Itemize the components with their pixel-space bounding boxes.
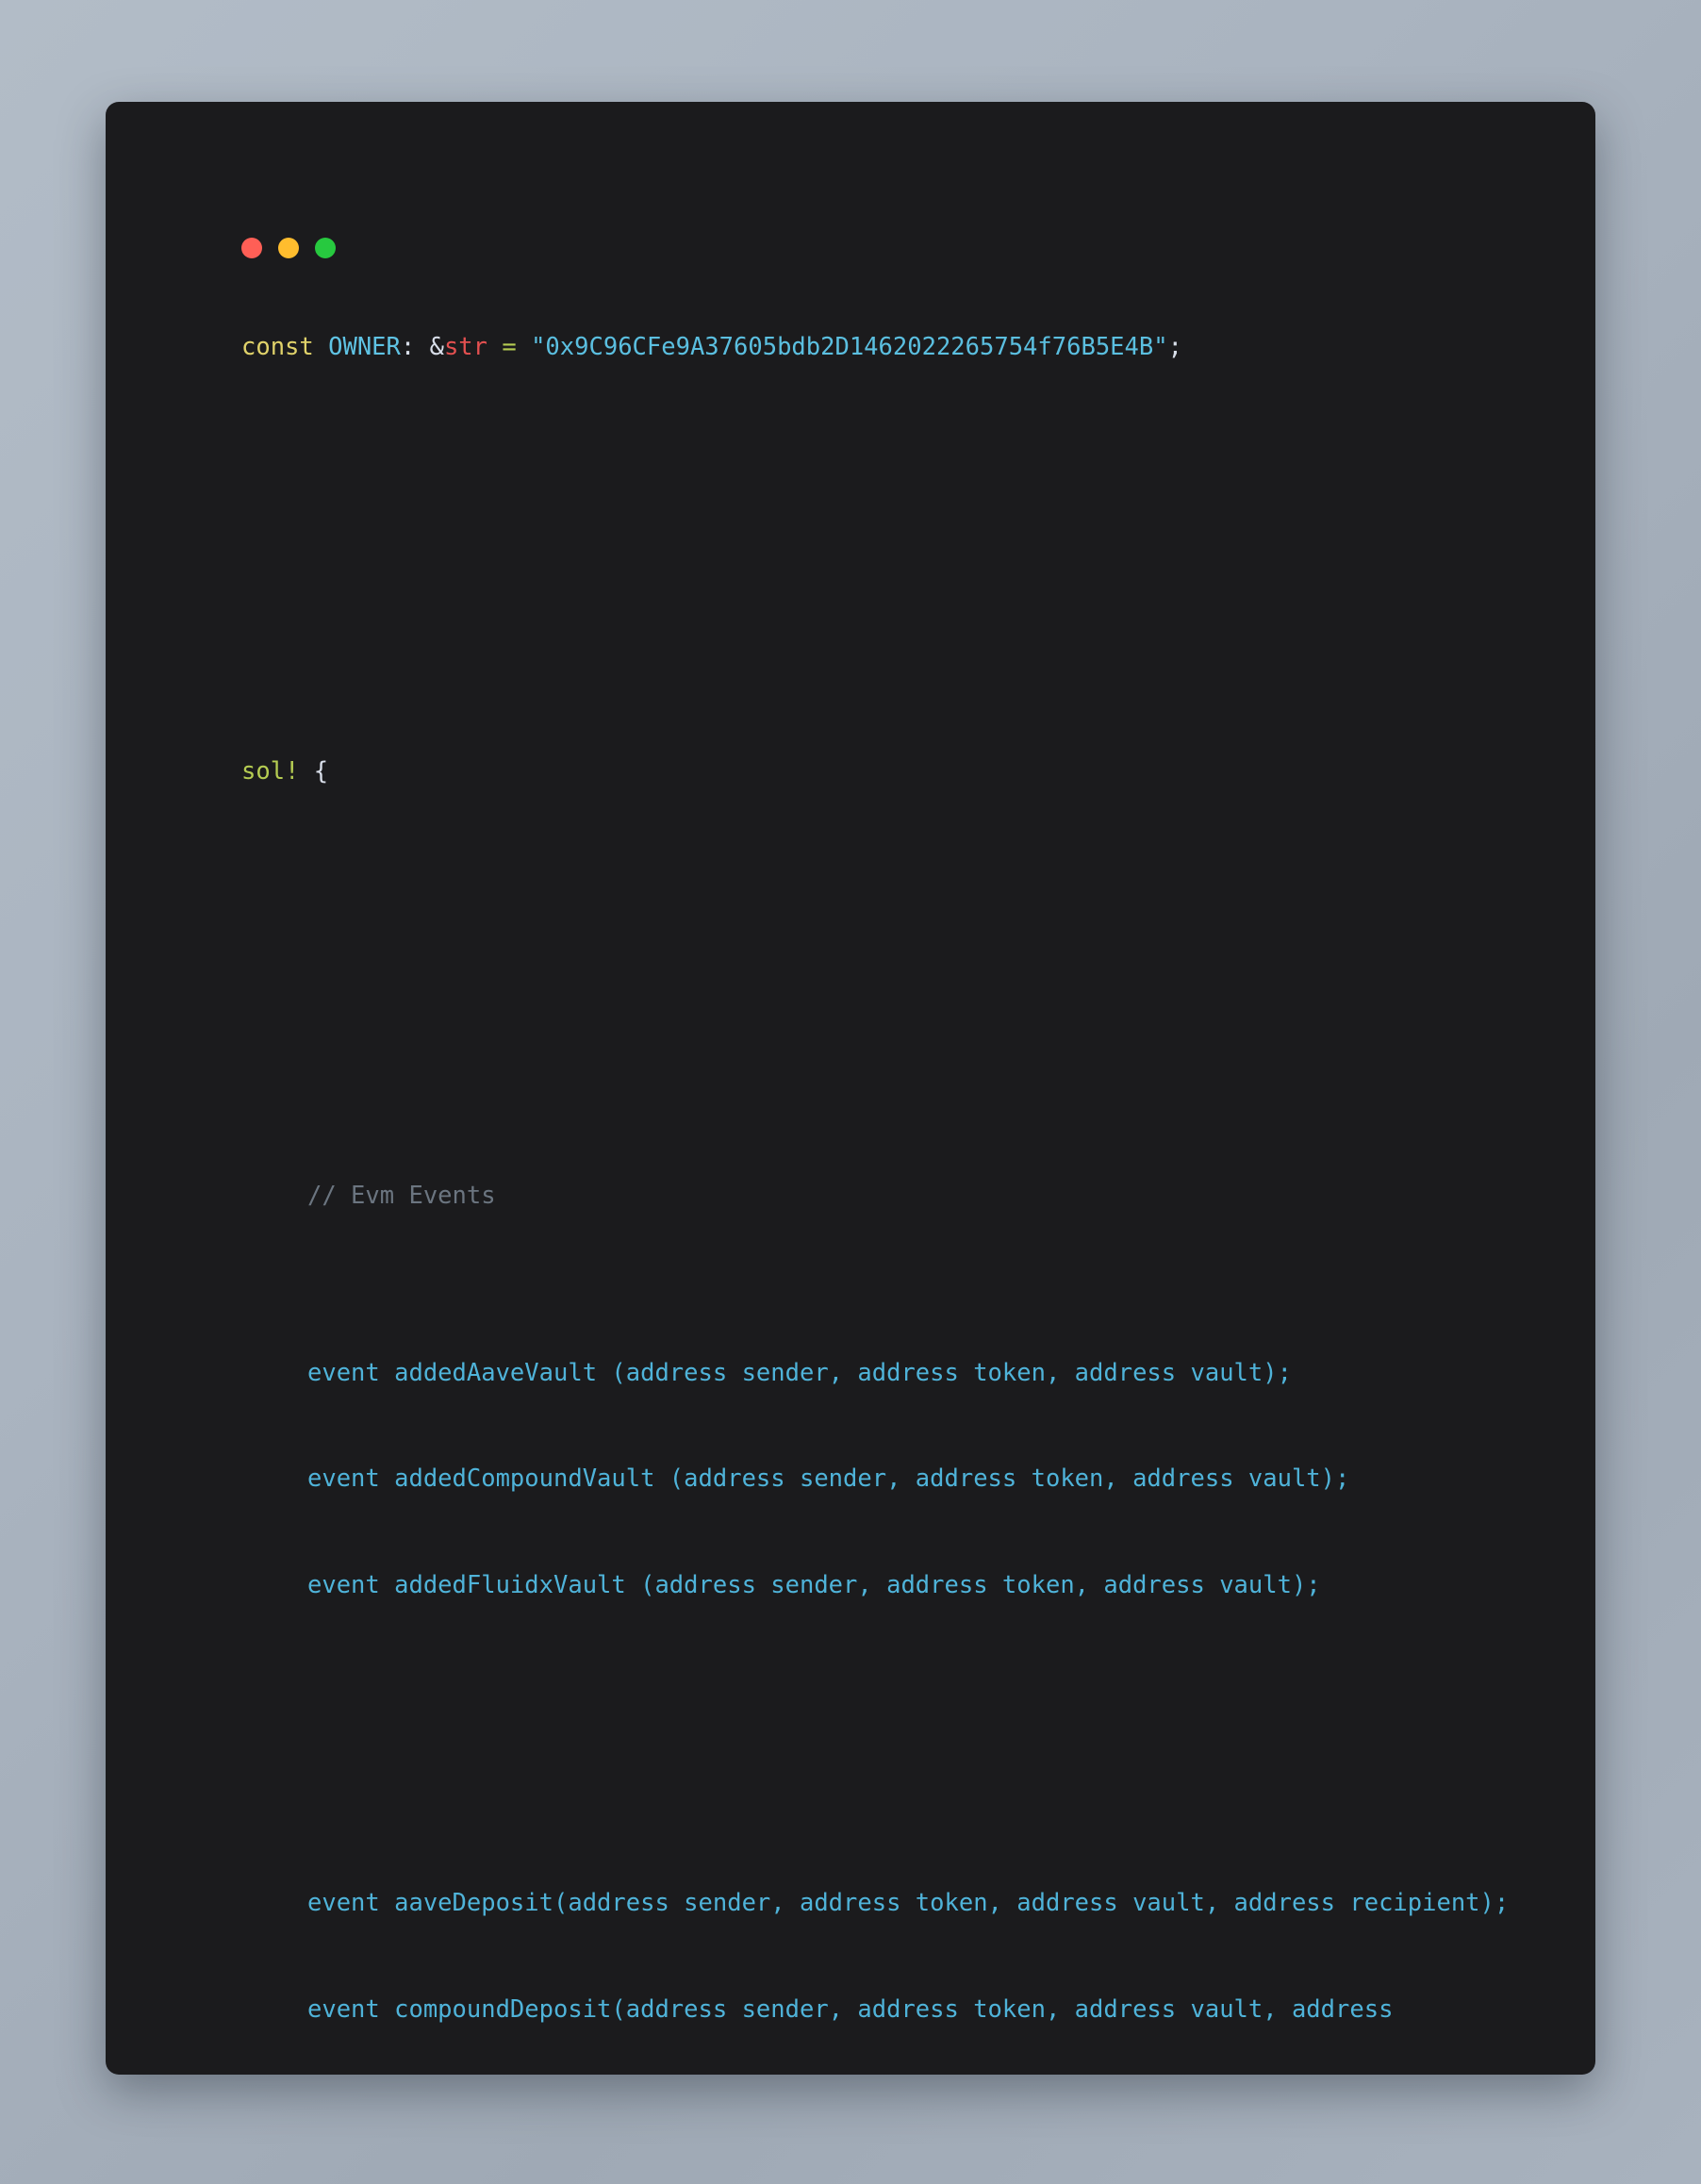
sol-macro-name: sol!: [241, 757, 300, 786]
code-line-event-aaveDeposit: event aaveDeposit(address sender, addres…: [106, 1886, 1595, 1922]
const-keyword: const: [241, 333, 314, 361]
code-line-blank-2b: [106, 1002, 1595, 1038]
code-line-blank-3: [106, 1710, 1595, 1746]
code-line-event-addedAaveVault: event addedAaveVault (address sender, ad…: [106, 1356, 1595, 1392]
str-type: str: [443, 333, 488, 361]
code-block[interactable]: const OWNER: &str = "0x9C96CFe9A37605bdb…: [106, 189, 1595, 2075]
type-colon: : &: [400, 333, 444, 361]
owner-address-literal: "0x9C96CFe9A37605bdb2D1462022265754f76B5…: [531, 333, 1168, 361]
code-line-comment-evm-events: // Evm Events: [106, 1179, 1595, 1215]
code-line-event-addedCompoundVault: event addedCompoundVault (address sender…: [106, 1462, 1595, 1497]
assign-operator: =: [487, 333, 532, 361]
evm-events-comment: // Evm Events: [307, 1182, 496, 1210]
event-compound-deposit: event compoundDeposit(address sender, ad…: [307, 1994, 1394, 2024]
sol-macro-brace: {: [299, 757, 329, 786]
code-line-sol-macro-open: sol! {: [106, 754, 1595, 790]
code-line-const-owner: const OWNER: &str = "0x9C96CFe9A37605bdb…: [106, 330, 1595, 366]
code-line-blank-1b: [106, 578, 1595, 614]
code-window: const OWNER: &str = "0x9C96CFe9A37605bdb…: [106, 102, 1595, 2075]
event-added-fluidx-vault: event addedFluidxVault (address sender, …: [307, 1570, 1321, 1599]
window-titlebar: [106, 102, 1595, 258]
event-added-compound-vault: event addedCompoundVault (address sender…: [307, 1464, 1350, 1493]
statement-semicolon: ;: [1167, 333, 1182, 361]
event-aave-deposit: event aaveDeposit(address sender, addres…: [307, 1889, 1510, 1917]
code-line-blank-1: [106, 472, 1595, 507]
event-added-aave-vault: event addedAaveVault (address sender, ad…: [307, 1358, 1292, 1387]
owner-identifier: OWNER: [328, 333, 401, 361]
code-line-event-addedFluidxVault: event addedFluidxVault (address sender, …: [106, 1568, 1595, 1604]
code-line-event-compoundDeposit: event compoundDeposit(address sender, ad…: [106, 1993, 1595, 2028]
code-line-blank-2: [106, 896, 1595, 932]
